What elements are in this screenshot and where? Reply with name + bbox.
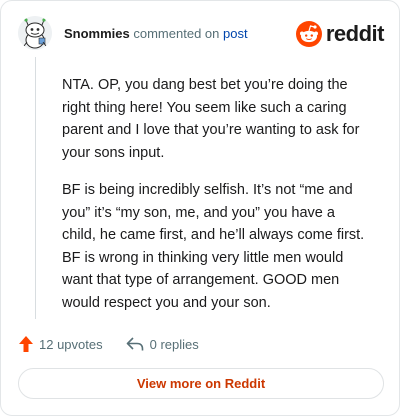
comment-header: Snommies commented on post reddit — [18, 16, 385, 50]
username-link[interactable]: Snommies — [64, 26, 130, 41]
reply-icon — [126, 337, 143, 351]
view-more-button[interactable]: View more on Reddit — [18, 368, 384, 399]
avatar[interactable] — [18, 16, 52, 50]
comment-paragraph: NTA. OP, you dang best bet you’re doing … — [62, 77, 360, 161]
comment-body: NTA. OP, you dang best bet you’re doing … — [62, 74, 372, 329]
commented-on-text: commented on — [133, 26, 220, 41]
upvote-arrow-icon — [19, 336, 33, 352]
snoo-avatar-icon — [18, 16, 52, 50]
replies-action[interactable]: 0 replies — [126, 336, 199, 352]
embedded-comment-card: Snommies commented on post reddit NTA. O… — [0, 0, 400, 416]
reddit-logo-icon — [295, 21, 322, 47]
thread-line — [35, 57, 36, 319]
comment-actions: 12 upvotes 0 replies — [18, 332, 199, 356]
comment-paragraph: BF is being incredibly selfish. It’s not… — [62, 182, 365, 311]
comment-attribution: Snommies commented on post — [64, 26, 248, 42]
reddit-brand-link[interactable]: reddit — [295, 21, 385, 47]
upvotes-action[interactable]: 12 upvotes — [18, 335, 103, 353]
upvotes-count: 12 upvotes — [39, 336, 103, 352]
post-link[interactable]: post — [223, 26, 248, 41]
reddit-wordmark: reddit — [325, 21, 385, 46]
replies-count: 0 replies — [149, 336, 199, 352]
